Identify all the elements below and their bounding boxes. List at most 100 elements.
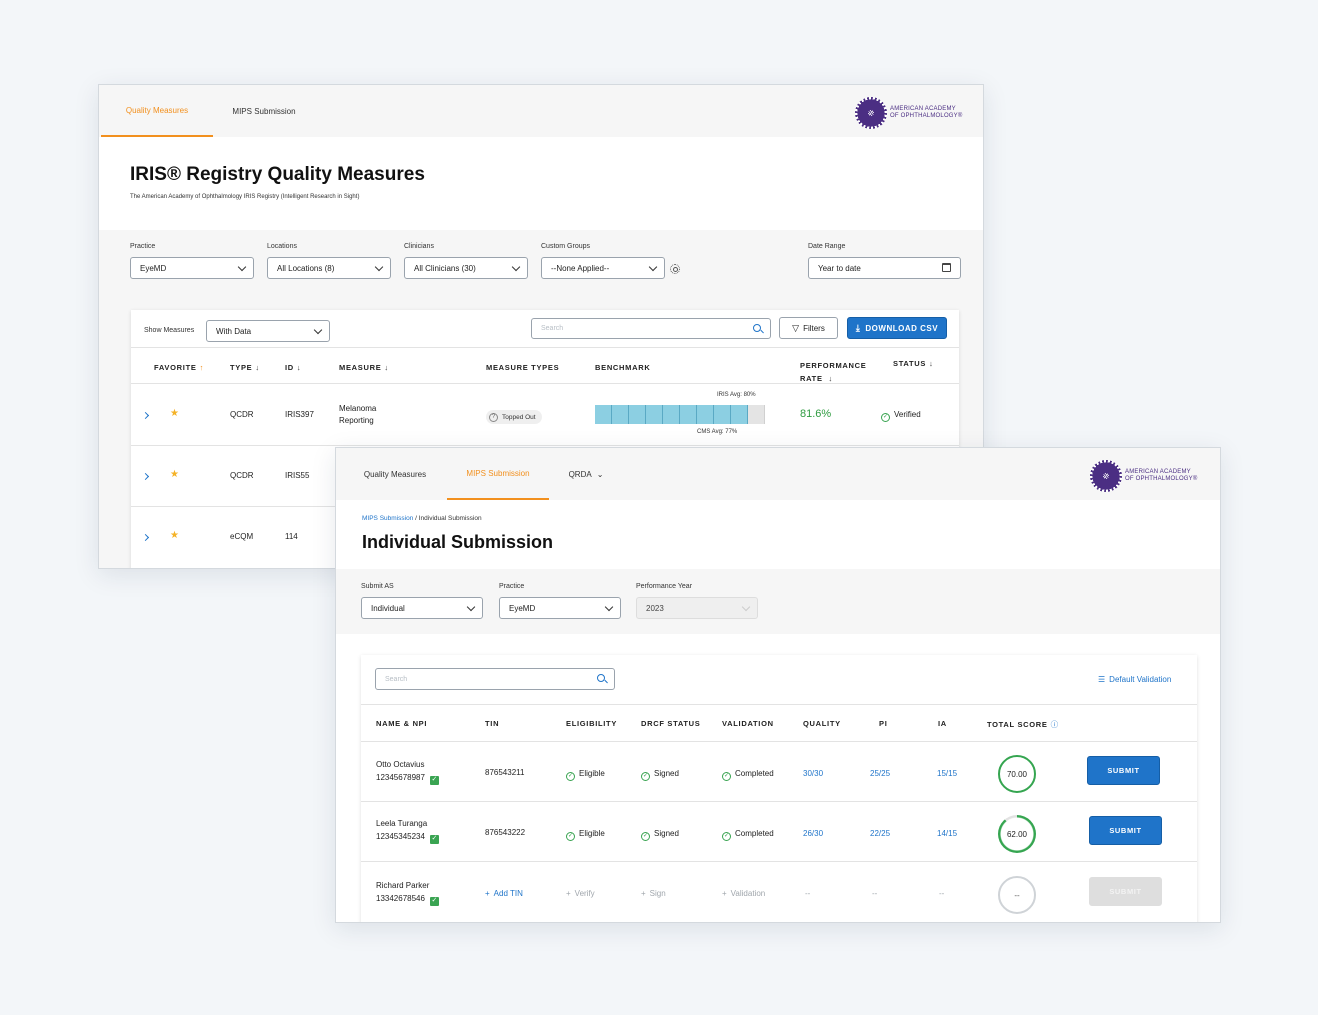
- top-navigation: Quality Measures MIPS Submission QRDA ⌄ A…: [336, 448, 1220, 500]
- date-range-picker[interactable]: Year to date: [808, 257, 961, 279]
- download-csv-button[interactable]: ⤓ DOWNLOAD CSV: [847, 317, 947, 339]
- info-icon[interactable]: ⓘ: [1051, 720, 1059, 729]
- chevron-down-icon: [237, 262, 247, 272]
- col-type[interactable]: TYPE ↓: [230, 363, 260, 372]
- tab-mips-submission[interactable]: MIPS Submission: [447, 448, 549, 500]
- gear-icon[interactable]: [670, 264, 680, 274]
- col-performance-rate[interactable]: PERFORMANCE RATE ↓: [800, 359, 866, 385]
- date-range-value: Year to date: [818, 263, 861, 273]
- submit-as-select[interactable]: Individual: [361, 597, 483, 619]
- col-type-label: TYPE: [230, 363, 253, 372]
- ia-score-link[interactable]: 14/15: [937, 828, 957, 840]
- verify-label: Verify: [574, 889, 595, 898]
- validation-status: ✓ Completed: [722, 768, 774, 781]
- page-header: IRIS® Registry Quality Measures The Amer…: [99, 137, 983, 230]
- check-circle-icon: ✓: [881, 412, 890, 422]
- divider: [361, 801, 1197, 802]
- col-pi: PI: [879, 719, 888, 728]
- default-validation-link[interactable]: ☰ Default Validation: [1098, 674, 1171, 686]
- validation-label: Completed: [735, 769, 774, 778]
- clinicians-select[interactable]: All Clinicians (30): [404, 257, 528, 279]
- filter-bar: Submit AS Individual Practice EyeMD Perf…: [336, 569, 1220, 922]
- plus-icon: +: [722, 889, 727, 898]
- check-circle-icon: ✓: [566, 771, 575, 781]
- ia-score-link[interactable]: 15/15: [937, 768, 957, 780]
- sign-action[interactable]: + Sign: [641, 888, 666, 900]
- row-id: IRIS397: [285, 410, 314, 419]
- show-measures-select[interactable]: With Data: [206, 320, 330, 342]
- favorite-star-icon[interactable]: ★: [170, 530, 179, 541]
- validation-action[interactable]: + Validation: [722, 888, 765, 900]
- pi-score-link[interactable]: 25/25: [870, 768, 890, 780]
- drcf-status: ✓ Signed: [641, 768, 679, 781]
- col-performance-label-1: PERFORMANCE: [800, 361, 867, 370]
- check-square-icon: ✓: [429, 834, 439, 844]
- benchmark-segment: [714, 405, 731, 424]
- validation-label: Completed: [735, 829, 774, 838]
- measure-search-input[interactable]: Search: [531, 318, 771, 339]
- sign-label: Sign: [649, 889, 666, 898]
- submissions-table-card: Search ☰ Default Validation NAME & NPI TI…: [361, 655, 1197, 922]
- eligibility-label: Eligible: [579, 829, 605, 838]
- tab-quality-measures[interactable]: Quality Measures: [101, 85, 213, 137]
- tab-qrda[interactable]: QRDA ⌄: [558, 448, 614, 500]
- chevron-down-icon: [374, 262, 384, 272]
- pi-score-link[interactable]: 22/25: [870, 828, 890, 840]
- check-circle-icon: ✓: [641, 771, 650, 781]
- expand-row-icon[interactable]: [141, 411, 150, 420]
- row-measure[interactable]: Melanoma Reporting: [339, 403, 376, 427]
- check-circle-icon: ✓: [722, 771, 731, 781]
- clinician-search-input[interactable]: Search: [375, 668, 615, 690]
- expand-row-icon[interactable]: [141, 472, 150, 481]
- drcf-label: Signed: [654, 769, 679, 778]
- submit-button-disabled: SUBMIT: [1089, 877, 1162, 906]
- aao-logo: AMERICAN ACADEMY OF OPHTHALMOLOGY®: [1090, 460, 1198, 492]
- col-eligibility: ELIGIBILITY: [566, 719, 618, 728]
- clinician-name: Otto Octavius: [376, 760, 425, 769]
- row-id: 114: [285, 532, 298, 541]
- sort-up-icon: ↑: [199, 363, 205, 372]
- tab-mips-submission[interactable]: MIPS Submission: [213, 85, 315, 137]
- divider: [361, 704, 1197, 705]
- col-status-label: STATUS: [893, 359, 927, 368]
- benchmark-segment: [680, 405, 697, 424]
- submit-button[interactable]: SUBMIT: [1087, 756, 1160, 785]
- expand-row-icon[interactable]: [141, 533, 150, 542]
- divider: [361, 861, 1197, 862]
- clinician-name: Richard Parker: [376, 881, 430, 890]
- submit-as-label: Submit AS: [361, 583, 394, 590]
- filters-button[interactable]: ▽ Filters: [779, 317, 838, 339]
- practice-select[interactable]: EyeMD: [499, 597, 621, 619]
- col-status[interactable]: STATUS ↓: [893, 359, 934, 368]
- eligibility-label: Eligible: [579, 769, 605, 778]
- quality-score-link[interactable]: 30/30: [803, 768, 823, 780]
- chevron-down-icon: [466, 602, 476, 612]
- custom-groups-select[interactable]: --None Applied--: [541, 257, 665, 279]
- download-icon: ⤓: [855, 322, 861, 333]
- favorite-star-icon[interactable]: ★: [170, 469, 179, 480]
- locations-select[interactable]: All Locations (8): [267, 257, 391, 279]
- breadcrumb-current: Individual Submission: [418, 515, 482, 522]
- benchmark-segment: [629, 405, 646, 424]
- practice-select[interactable]: EyeMD: [130, 257, 254, 279]
- search-placeholder: Search: [541, 325, 564, 332]
- col-total-score-label: TOTAL SCORE: [987, 720, 1048, 729]
- plus-icon: +: [485, 889, 490, 898]
- filter-icon: ▽: [792, 322, 800, 333]
- submit-button[interactable]: SUBMIT: [1089, 816, 1162, 845]
- benchmark-segment: [612, 405, 629, 424]
- add-tin-link[interactable]: + Add TIN: [485, 888, 523, 900]
- quality-score: --: [805, 889, 811, 898]
- breadcrumb-parent[interactable]: MIPS Submission: [362, 515, 413, 522]
- tab-quality-measures[interactable]: Quality Measures: [350, 448, 440, 500]
- verify-action[interactable]: + Verify: [566, 888, 595, 900]
- col-measure[interactable]: MEASURE ↓: [339, 363, 389, 372]
- measure-name-1: Melanoma: [339, 404, 377, 413]
- favorite-star-icon[interactable]: ★: [170, 408, 179, 419]
- col-id[interactable]: ID ↓: [285, 363, 301, 372]
- divider: [131, 383, 959, 384]
- col-favorite[interactable]: FAVORITE ↑: [154, 363, 204, 372]
- quality-score-link[interactable]: 26/30: [803, 828, 823, 840]
- performance-year-select: 2023: [636, 597, 758, 619]
- default-validation-label: Default Validation: [1109, 675, 1172, 684]
